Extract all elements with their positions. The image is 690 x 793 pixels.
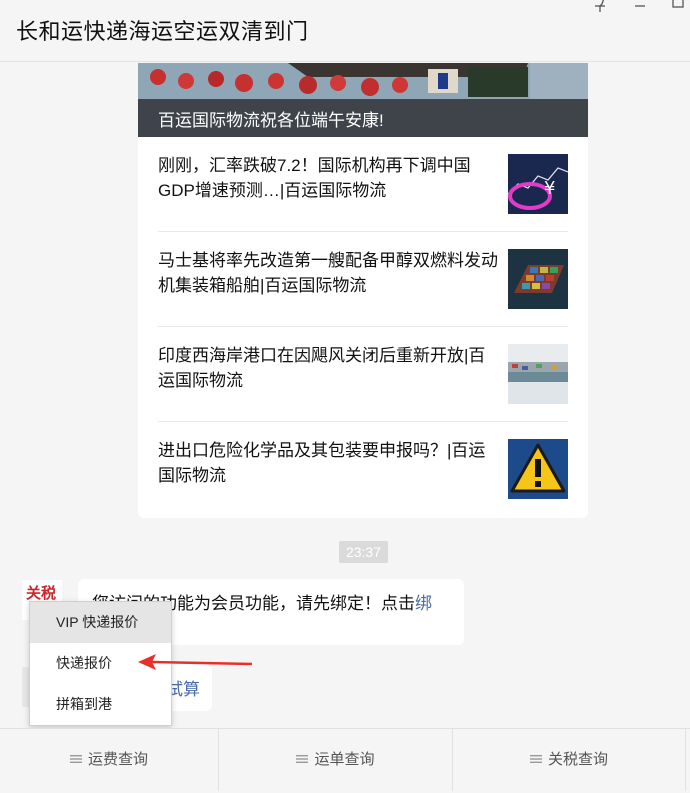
menu-lines-icon: [69, 754, 82, 763]
news-title: 印度西海岸港口在因飓风关闭后重新开放|百运国际物流: [158, 346, 486, 390]
menu-label: 关税查询: [547, 751, 608, 768]
port-thumbnail: [508, 344, 568, 404]
news-item-3[interactable]: 印度西海岸港口在因飓风关闭后重新开放|百运国际物流: [158, 327, 568, 422]
minimize-icon[interactable]: [628, 0, 652, 14]
pin-icon[interactable]: [588, 0, 612, 14]
news-item-1[interactable]: 刚刚，汇率跌破7.2！国际机构再下调中国GDP增速预测…|百运国际物流 ¥: [158, 137, 568, 232]
avatar-logo-text: 关税: [26, 585, 57, 602]
menu-lines-icon: [529, 754, 542, 763]
hero-image[interactable]: 百运国际物流祝各位端午安康!: [138, 63, 588, 137]
menu-freight-query[interactable]: 运费查询: [0, 729, 218, 791]
news-title: 进出口危险化学品及其包装要申报吗？|百运国际物流: [158, 441, 486, 485]
warning-sign-thumbnail: [508, 439, 568, 499]
menu-label: 运单查询: [314, 751, 375, 768]
menu-lines-icon: [296, 754, 309, 763]
menu-waybill-query[interactable]: 运单查询: [219, 729, 452, 791]
svg-text:¥: ¥: [544, 178, 555, 199]
news-item-2[interactable]: 马士基将率先改造第一艘配备甲醇双燃料发动机集装箱船舶|百运国际物流: [158, 232, 568, 327]
bottom-menu: 运费查询 运单查询 关税查询: [0, 728, 690, 793]
news-title: 刚刚，汇率跌破7.2！国际机构再下调中国GDP增速预测…|百运国际物流: [158, 156, 471, 200]
hero-caption[interactable]: 百运国际物流祝各位端午安康!: [158, 106, 384, 131]
maximize-icon[interactable]: [666, 0, 690, 14]
message-timestamp: 23:37: [339, 541, 388, 563]
news-title: 马士基将率先改造第一艘配备甲醇双燃料发动机集装箱船舶|百运国际物流: [158, 251, 498, 295]
currency-chart-thumbnail: ¥: [508, 154, 568, 214]
menu-tariff-query[interactable]: 关税查询: [453, 729, 685, 791]
article-card[interactable]: 百运国际物流祝各位端午安康! 刚刚，汇率跌破7.2！国际机构再下调中国GDP增速…: [138, 63, 588, 518]
menu-item-vip-express-quote[interactable]: VIP 快递报价: [30, 602, 171, 643]
news-item-4[interactable]: 进出口危险化学品及其包装要申报吗？|百运国际物流: [158, 422, 568, 517]
red-arrow-annotation: [138, 654, 253, 670]
menu-label: 运费查询: [87, 751, 148, 768]
title-bar: 长和运快递海运空运双清到门: [0, 0, 690, 62]
menu-item-lcl-to-port[interactable]: 拼箱到港: [30, 684, 171, 725]
window-title: 长和运快递海运空运双清到门: [16, 19, 309, 44]
container-ship-thumbnail: [508, 249, 568, 309]
bind-link[interactable]: 绑: [415, 594, 432, 613]
